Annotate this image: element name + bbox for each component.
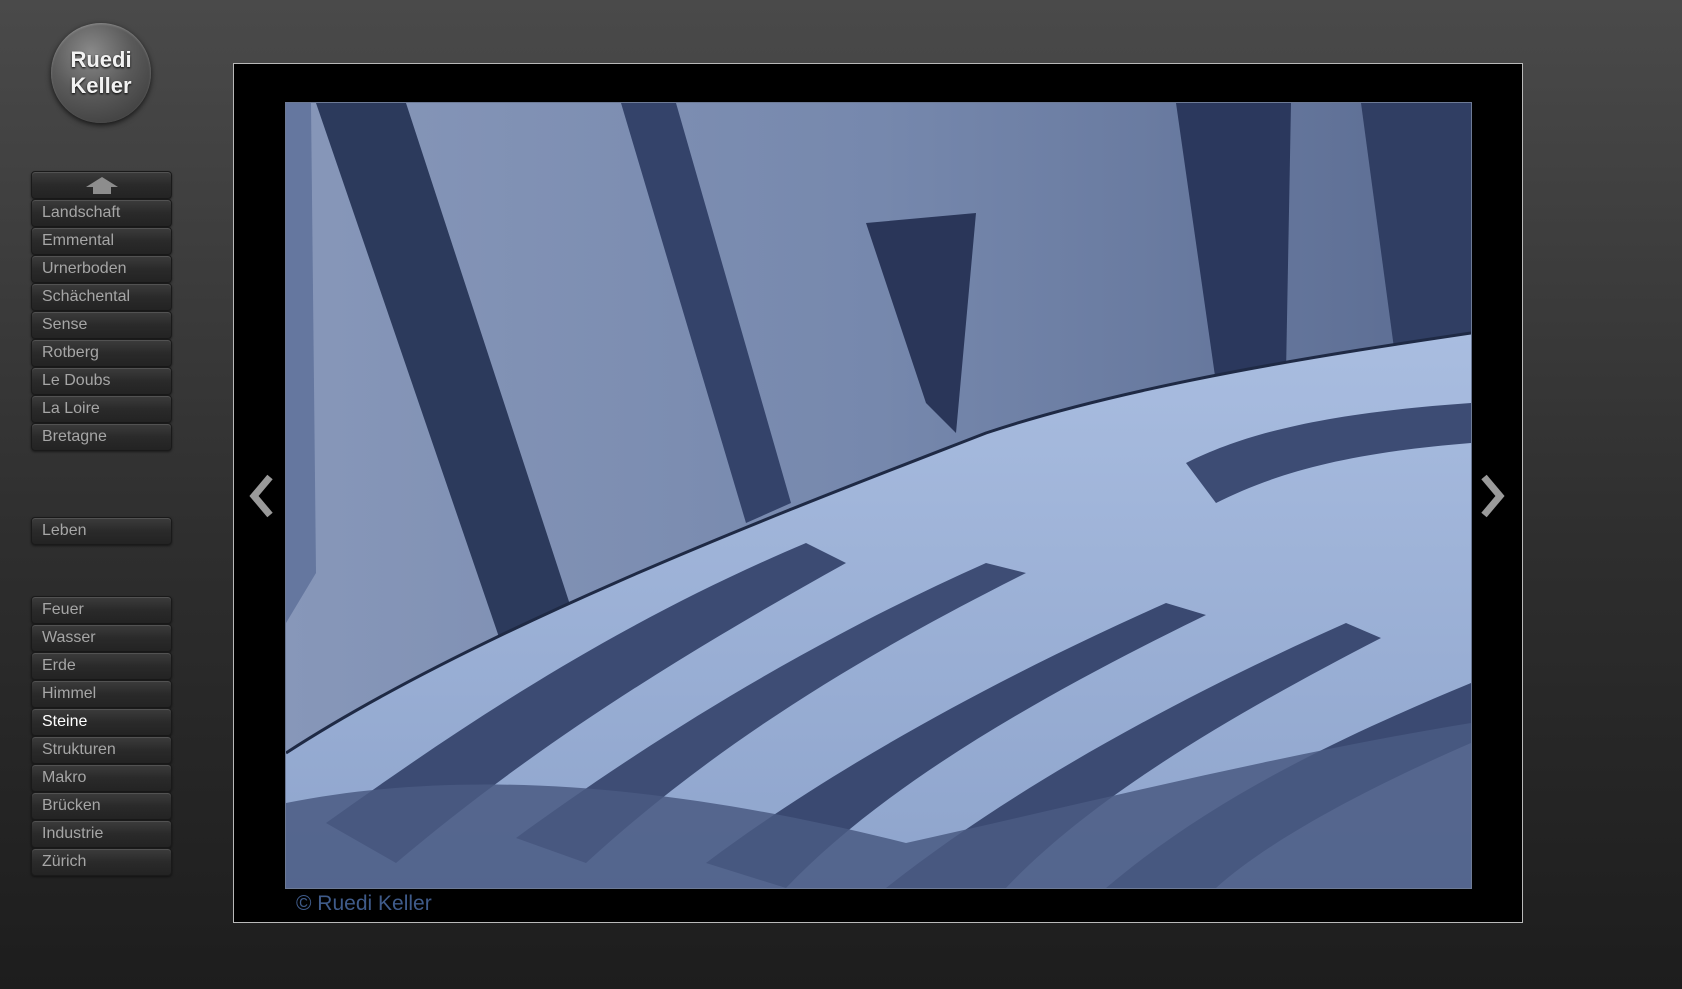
next-photo-button[interactable] (1476, 471, 1508, 521)
nav-item-schaechental[interactable]: Schächental (31, 283, 172, 311)
nav-item-bretagne[interactable]: Bretagne (31, 423, 172, 451)
nav-item-urnerboden[interactable]: Urnerboden (31, 255, 172, 283)
logo-line-1: Ruedi (70, 47, 132, 72)
nav-item-leben[interactable]: Leben (31, 517, 172, 545)
site-logo[interactable]: Ruedi Keller (51, 23, 151, 123)
home-icon (85, 177, 118, 194)
nav-item-sense[interactable]: Sense (31, 311, 172, 339)
nav-item-wasser[interactable]: Wasser (31, 624, 172, 652)
logo-line-2: Keller (70, 73, 132, 98)
nav-group-life: Leben (31, 517, 172, 545)
nav-item-zuerich[interactable]: Zürich (31, 848, 172, 876)
gallery-photo[interactable] (285, 102, 1472, 889)
nav-item-makro[interactable]: Makro (31, 764, 172, 792)
nav-item-steine[interactable]: Steine (31, 708, 172, 736)
nav-item-la-loire[interactable]: La Loire (31, 395, 172, 423)
nav-group-themes: Feuer Wasser Erde Himmel Steine Struktur… (31, 596, 172, 876)
nav-item-feuer[interactable]: Feuer (31, 596, 172, 624)
nav-item-erde[interactable]: Erde (31, 652, 172, 680)
previous-photo-button[interactable] (246, 471, 278, 521)
chevron-left-icon (249, 474, 273, 518)
nav-item-le-doubs[interactable]: Le Doubs (31, 367, 172, 395)
nav-group-landscape: Landschaft Emmental Urnerboden Schächent… (31, 171, 172, 451)
nav-item-emmental[interactable]: Emmental (31, 227, 172, 255)
home-button[interactable] (31, 171, 172, 199)
nav-item-strukturen[interactable]: Strukturen (31, 736, 172, 764)
nav-item-bruecken[interactable]: Brücken (31, 792, 172, 820)
nav-item-industrie[interactable]: Industrie (31, 820, 172, 848)
rock-photo-image (286, 103, 1471, 888)
chevron-right-icon (1481, 474, 1505, 518)
photo-viewer: © Ruedi Keller (233, 63, 1523, 923)
copyright-notice: © Ruedi Keller (296, 892, 432, 915)
nav-item-rotberg[interactable]: Rotberg (31, 339, 172, 367)
nav-item-himmel[interactable]: Himmel (31, 680, 172, 708)
nav-item-landschaft[interactable]: Landschaft (31, 199, 172, 227)
